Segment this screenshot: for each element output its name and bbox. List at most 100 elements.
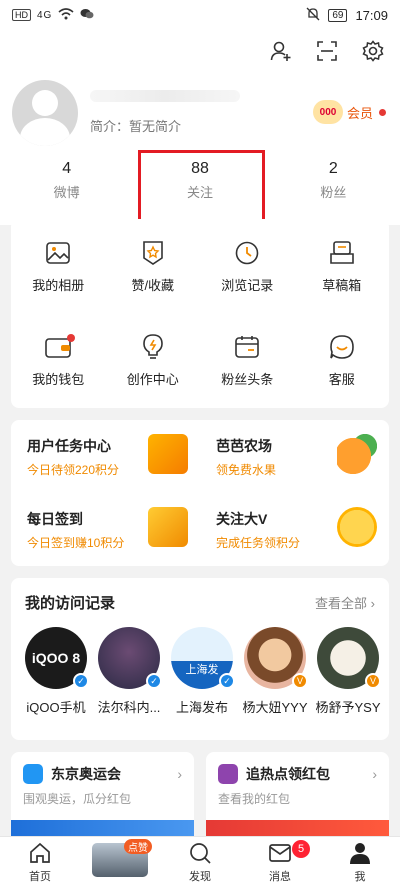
wechat-icon bbox=[80, 8, 94, 23]
mute-icon bbox=[306, 7, 320, 24]
header-actions bbox=[268, 38, 386, 64]
scan-icon[interactable] bbox=[314, 38, 340, 64]
tab-label: 发现 bbox=[189, 871, 211, 883]
avatar[interactable] bbox=[12, 80, 78, 146]
stat-label: 微博 bbox=[53, 185, 80, 200]
tab-label: 我 bbox=[354, 871, 366, 883]
tab-home[interactable]: 首页 bbox=[0, 837, 80, 889]
chevron-right-icon: › bbox=[177, 766, 182, 782]
promo-banner bbox=[206, 820, 389, 836]
promo-title: 追热点领红包 bbox=[246, 766, 330, 782]
search-icon bbox=[187, 840, 213, 866]
visited-user[interactable]: V 杨舒予YSY bbox=[313, 627, 383, 716]
avatar: iQOO 8 ✓ bbox=[25, 627, 89, 689]
member-entry[interactable]: 000 会员 bbox=[312, 100, 386, 124]
olympics-icon bbox=[23, 764, 43, 784]
menu-fan-headline[interactable]: 粉丝头条 bbox=[200, 314, 295, 409]
fruit-icon bbox=[337, 434, 377, 474]
menu-creator[interactable]: 创作中心 bbox=[106, 314, 201, 409]
menu-album[interactable]: 我的相册 bbox=[11, 219, 106, 314]
visited-user-name: 杨大妞YYY bbox=[242, 700, 308, 715]
promo-olympics[interactable]: 东京奥运会 › 围观奥运，瓜分红包 bbox=[11, 752, 194, 836]
member-label: 会员 bbox=[346, 105, 373, 121]
add-friend-icon[interactable] bbox=[268, 38, 294, 64]
status-bar: HD 4G 69 17:09 bbox=[0, 0, 400, 30]
tab-messages[interactable]: 5 消息 bbox=[240, 837, 320, 889]
visited-user[interactable]: V 杨大妞YYY bbox=[240, 627, 310, 716]
verified-icon: ✓ bbox=[219, 673, 235, 689]
task-daily-checkin[interactable]: 每日签到 今日签到赚10积分 bbox=[11, 493, 200, 566]
visited-user[interactable]: iQOO 8 ✓ iQOO手机 bbox=[21, 627, 91, 716]
menu-label: 浏览记录 bbox=[221, 277, 274, 293]
menu-label: 客服 bbox=[328, 372, 355, 388]
menu-history[interactable]: 浏览记录 bbox=[200, 219, 295, 314]
checkmark-badge-icon bbox=[337, 507, 377, 547]
username-blurred bbox=[90, 90, 240, 102]
settings-gear-icon[interactable] bbox=[360, 38, 386, 64]
menu-label: 赞/收藏 bbox=[131, 277, 175, 293]
menu-label: 创作中心 bbox=[126, 372, 179, 388]
section-title: 我的访问记录 bbox=[25, 595, 116, 612]
task-follow-vip[interactable]: 关注大V 完成任务领积分 bbox=[200, 493, 389, 566]
menu-drafts[interactable]: 草稿箱 bbox=[295, 219, 390, 314]
tab-me[interactable]: 我 bbox=[320, 837, 400, 889]
menu-label: 我的钱包 bbox=[32, 372, 85, 388]
menu-likes[interactable]: 赞/收藏 bbox=[106, 219, 201, 314]
album-icon bbox=[44, 239, 72, 267]
menu-customer-service[interactable]: 客服 bbox=[295, 314, 390, 409]
visit-history: 我的访问记录 查看全部 › iQOO 8 ✓ iQOO手机 ✓ 法尔科内... 上… bbox=[11, 578, 389, 740]
mail-icon bbox=[267, 840, 293, 866]
avatar: 上海发 ✓ bbox=[171, 627, 235, 689]
hd-indicator: HD bbox=[12, 9, 31, 21]
home-icon bbox=[27, 840, 53, 866]
tab-label: 消息 bbox=[269, 871, 291, 883]
likes-icon bbox=[139, 239, 167, 267]
bio-text: 简介：暂无简介 bbox=[90, 119, 182, 134]
task-baba-farm[interactable]: 芭芭农场 领免费水果 bbox=[200, 420, 389, 493]
alarm-clock-icon bbox=[218, 764, 238, 784]
lightbulb-icon bbox=[139, 333, 167, 361]
drafts-icon bbox=[328, 239, 356, 267]
coin-icon bbox=[148, 434, 188, 474]
notification-dot bbox=[379, 108, 386, 116]
promo-hot-redpacket[interactable]: 追热点领红包 › 查看我的红包 bbox=[206, 752, 389, 836]
battery-icon: 69 bbox=[328, 8, 348, 22]
message-count-badge: 5 bbox=[292, 840, 310, 858]
clock: 17:09 bbox=[355, 7, 388, 23]
visited-user[interactable]: 上海发 ✓ 上海发布 bbox=[167, 627, 237, 716]
signal-icon: 4G bbox=[37, 9, 53, 21]
stat-count: 4 bbox=[62, 160, 72, 177]
promo-subtitle: 查看我的红包 bbox=[218, 792, 291, 806]
menu-wallet[interactable]: 我的钱包 bbox=[11, 314, 106, 409]
checkin-icon bbox=[148, 507, 188, 547]
tab-video[interactable]: 点赞 bbox=[80, 837, 160, 889]
stat-count: 2 bbox=[328, 160, 338, 177]
avatar: V bbox=[317, 627, 381, 689]
history-clock-icon bbox=[233, 239, 261, 267]
avatar: V bbox=[244, 627, 308, 689]
like-badge: 点赞 bbox=[124, 839, 152, 854]
tab-label: 首页 bbox=[29, 871, 51, 883]
chevron-right-icon: › bbox=[372, 766, 377, 782]
menu-grid: 我的相册 赞/收藏 浏览记录 草稿箱 我的钱包 创作中心 粉丝头条 客服 bbox=[11, 219, 389, 408]
visited-user-name: 杨舒予YSY bbox=[315, 700, 381, 715]
tab-discover[interactable]: 发现 bbox=[160, 837, 240, 889]
person-icon bbox=[347, 840, 373, 866]
visited-user-name: iQOO手机 bbox=[26, 700, 86, 715]
stat-weibo[interactable]: 4 微博 bbox=[0, 160, 133, 201]
verified-icon: V bbox=[365, 673, 381, 689]
menu-label: 粉丝头条 bbox=[221, 372, 274, 388]
view-all-link[interactable]: 查看全部 › bbox=[315, 593, 375, 612]
member-badge-icon: 000 bbox=[312, 100, 343, 124]
task-panel: 用户任务中心 今日待领220积分 芭芭农场 领免费水果 每日签到 今日签到赚10… bbox=[11, 420, 389, 566]
profile-header: 简介：暂无简介 000 会员 4 微博 88 关注 2 粉丝 bbox=[0, 30, 400, 230]
task-user-center[interactable]: 用户任务中心 今日待领220积分 bbox=[11, 420, 200, 493]
stat-followers[interactable]: 2 粉丝 bbox=[267, 160, 400, 201]
visited-user[interactable]: ✓ 法尔科内... bbox=[94, 627, 164, 716]
menu-label: 我的相册 bbox=[32, 277, 85, 293]
verified-icon: V bbox=[292, 673, 308, 689]
calendar-icon bbox=[233, 333, 261, 361]
menu-label: 草稿箱 bbox=[322, 277, 362, 293]
verified-icon: ✓ bbox=[73, 673, 89, 689]
visited-user-name: 法尔科内... bbox=[97, 700, 161, 715]
